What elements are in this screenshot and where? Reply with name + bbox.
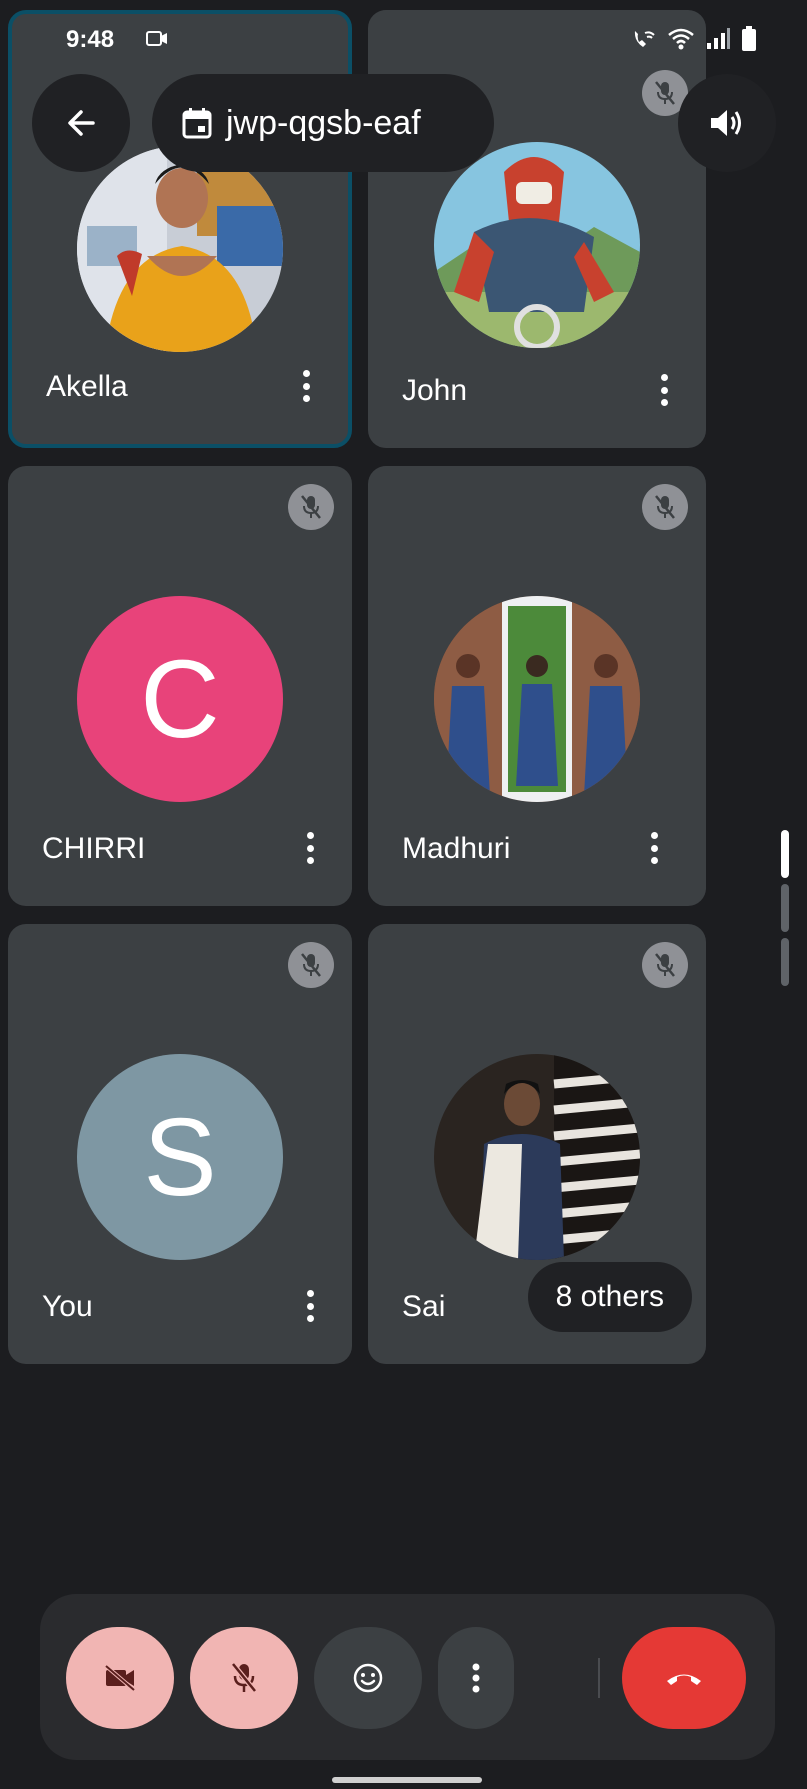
back-button[interactable] — [32, 74, 130, 172]
audio-output-button[interactable] — [678, 74, 776, 172]
mic-off-badge — [642, 484, 688, 530]
status-time: 9:48 — [66, 26, 115, 53]
divider — [598, 1658, 600, 1698]
participant-name: CHIRRI — [42, 832, 146, 865]
mic-toggle-button[interactable] — [190, 1627, 298, 1729]
participant-tile-chirri[interactable]: C CHIRRI — [8, 466, 352, 906]
battery-icon — [742, 26, 756, 51]
avatar — [434, 142, 640, 348]
participant-tile-madhuri[interactable]: Madhuri — [368, 466, 706, 906]
avatar — [434, 1054, 640, 1260]
mic-off-icon — [231, 1662, 257, 1693]
mic-off-icon — [655, 81, 675, 105]
more-vert-icon[interactable] — [298, 1286, 322, 1326]
more-vert-icon[interactable] — [298, 828, 322, 868]
participant-tile-sai[interactable]: Sai 8 others — [368, 924, 706, 1364]
participant-name: Akella — [46, 370, 128, 403]
mic-off-icon — [301, 495, 321, 519]
mic-off-badge — [642, 942, 688, 988]
speaker-icon — [711, 110, 741, 136]
participant-name: You — [42, 1290, 93, 1323]
home-indicator[interactable] — [332, 1777, 482, 1783]
avatar — [77, 146, 283, 352]
more-vert-icon — [472, 1663, 480, 1693]
emoji-icon — [353, 1663, 383, 1693]
end-call-button[interactable] — [622, 1627, 746, 1729]
avatar — [434, 596, 640, 802]
more-vert-icon[interactable] — [642, 828, 666, 868]
camera-toggle-button[interactable] — [66, 1627, 174, 1729]
participant-tile-you[interactable]: S You — [8, 924, 352, 1364]
mic-off-icon — [655, 495, 675, 519]
avatar-letter: S — [143, 1095, 217, 1219]
more-vert-icon[interactable] — [294, 366, 318, 406]
signal-icon — [707, 28, 730, 49]
mic-off-icon — [301, 953, 321, 977]
wifi-icon — [668, 28, 694, 50]
meeting-code: jwp-qgsb-eaf — [226, 103, 421, 142]
avatar: C — [77, 596, 283, 802]
status-bar: 9:48 — [0, 0, 807, 80]
mic-off-badge — [288, 942, 334, 988]
more-options-button[interactable] — [438, 1627, 514, 1729]
arrow-left-icon — [68, 110, 95, 136]
participant-name: Sai — [402, 1290, 446, 1323]
others-count-button[interactable]: 8 others — [527, 1262, 692, 1332]
avatar: S — [77, 1054, 283, 1260]
avatar-letter: C — [140, 637, 220, 761]
video-off-icon — [104, 1664, 136, 1692]
more-vert-icon[interactable] — [652, 370, 676, 410]
participant-name: John — [402, 374, 468, 407]
mic-off-icon — [655, 953, 675, 977]
calendar-icon — [182, 108, 212, 139]
reactions-button[interactable] — [314, 1627, 422, 1729]
mic-off-badge — [288, 484, 334, 530]
cast-icon — [146, 31, 167, 46]
end-call-icon — [667, 1674, 701, 1685]
system-status-icons — [631, 26, 757, 52]
meeting-code-chip[interactable]: jwp-qgsb-eaf — [152, 74, 494, 172]
call-control-bar — [40, 1594, 775, 1760]
participant-name: Madhuri — [402, 832, 511, 865]
wifi-call-icon — [634, 31, 655, 47]
scrollbar[interactable] — [781, 830, 789, 992]
